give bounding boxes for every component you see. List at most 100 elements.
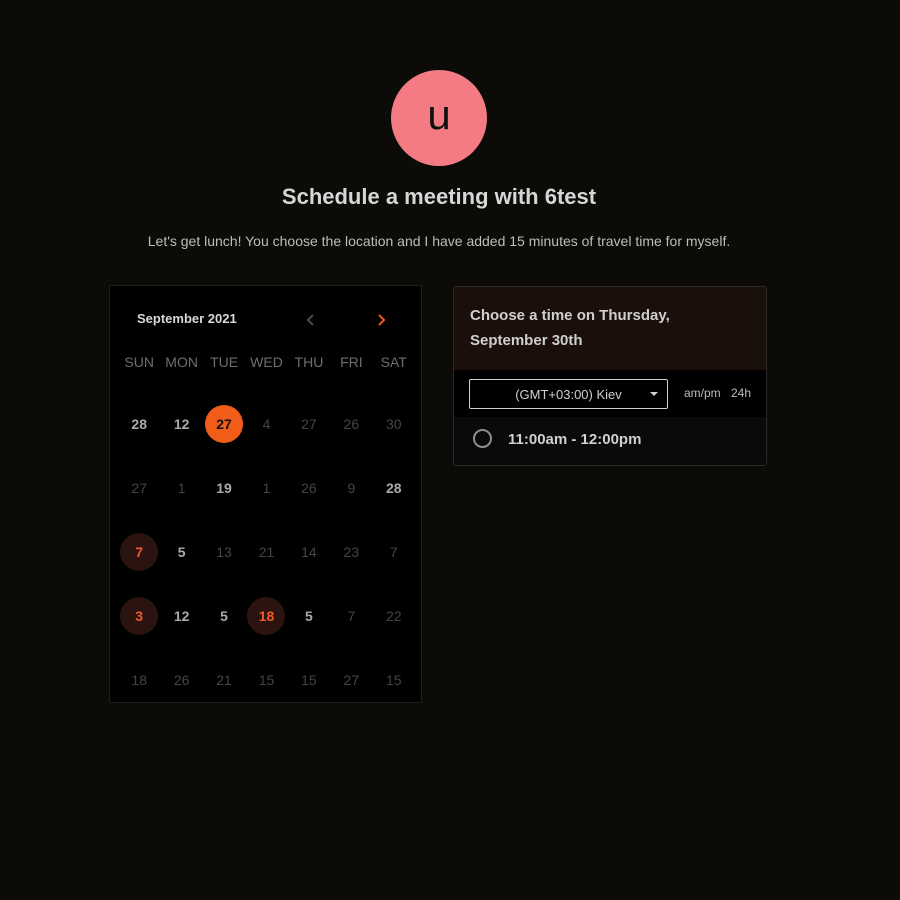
weekday-header: SUN MON TUE WED THU FRI SAT — [118, 354, 415, 370]
calendar-day-number: 18 — [247, 597, 286, 635]
calendar-month-label: September 2021 — [137, 311, 237, 326]
calendar-day: 27 — [288, 392, 330, 456]
avatar: u — [391, 70, 487, 166]
calendar-day: 18 — [118, 648, 160, 712]
calendar-day: 7 — [330, 584, 372, 648]
radio-icon[interactable] — [473, 429, 492, 448]
calendar-day[interactable]: 3 — [118, 584, 160, 648]
time-slot-label: 11:00am - 12:00pm — [508, 431, 642, 448]
calendar-day: 21 — [203, 648, 245, 712]
calendar-day-number: 7 — [389, 544, 398, 560]
weekday-label: THU — [294, 354, 324, 370]
calendar-day: 13 — [203, 520, 245, 584]
format-24h-toggle[interactable]: 24h — [731, 386, 751, 400]
calendar-day-number: 26 — [343, 416, 360, 432]
calendar-day: 15 — [373, 648, 415, 712]
calendar-day[interactable]: 5 — [288, 584, 330, 648]
time-panel-header: Choose a time on Thursday, September 30t… — [454, 287, 766, 370]
calendar-day-number: 5 — [305, 608, 313, 624]
calendar-day: 22 — [373, 584, 415, 648]
calendar-day: 23 — [330, 520, 372, 584]
calendar-day[interactable]: 18 — [245, 584, 287, 648]
caret-down-icon — [650, 392, 658, 396]
weekday-label: FRI — [340, 354, 363, 370]
timezone-value: (GMT+03:00) Kiev — [515, 386, 622, 402]
calendar-day-number: 3 — [120, 597, 159, 635]
calendar-day: 21 — [245, 520, 287, 584]
calendar-day-number: 18 — [131, 672, 147, 688]
calendar-day: 26 — [330, 392, 372, 456]
calendar-day-number: 12 — [173, 416, 190, 432]
chevron-left-icon — [306, 314, 314, 326]
calendar-day-number: 15 — [385, 672, 402, 688]
calendar-day: 7 — [373, 520, 415, 584]
calendar-day: 4 — [245, 392, 287, 456]
time-slot[interactable]: 11:00am - 12:00pm — [454, 417, 766, 465]
weekday-label: TUE — [210, 354, 239, 370]
next-month-button[interactable] — [371, 310, 391, 330]
calendar-day-number: 27 — [343, 672, 360, 688]
calendar-day: 15 — [245, 648, 287, 712]
time-panel-heading: Choose a time on Thursday, September 30t… — [470, 307, 670, 349]
calendar-day: 9 — [330, 456, 372, 520]
calendar-day[interactable]: 12 — [160, 584, 202, 648]
weekday-label: SAT — [380, 354, 407, 370]
calendar-day-number: 9 — [347, 480, 356, 496]
calendar-day: 26 — [288, 456, 330, 520]
calendar-day-number: 5 — [220, 608, 228, 624]
calendar-day-number: 1 — [177, 480, 186, 496]
page-title: Schedule a meeting with 6test — [281, 184, 597, 209]
calendar-day-number: 14 — [301, 544, 317, 560]
calendar-days-grid: 28 12 27 4 27 26 30 27 1 19 1 26 9 28 7 5 13 21 14 23 7 3 12 5 1… — [118, 392, 415, 712]
calendar-day: 14 — [288, 520, 330, 584]
weekday-label: WED — [250, 354, 283, 370]
calendar-day-number: 22 — [385, 608, 402, 624]
calendar-day-number: 23 — [343, 544, 360, 560]
calendar-day[interactable]: 5 — [160, 520, 202, 584]
format-ampm-toggle[interactable]: am/pm — [684, 386, 721, 400]
calendar-day-number: 15 — [301, 672, 317, 688]
calendar-day: 1 — [245, 456, 287, 520]
weekday-label: SUN — [124, 354, 154, 370]
calendar-day[interactable]: 12 — [160, 392, 202, 456]
calendar-day[interactable]: 28 — [373, 456, 415, 520]
calendar-day[interactable]: 5 — [203, 584, 245, 648]
timezone-select[interactable]: (GMT+03:00) Kiev — [469, 379, 668, 409]
calendar-day-number: 27 — [131, 480, 147, 496]
calendar-day-number: 19 — [216, 480, 232, 496]
calendar-day-number: 13 — [216, 544, 232, 560]
calendar-day-number: 7 — [347, 608, 356, 624]
calendar-day-number: 26 — [301, 480, 317, 496]
calendar-day: 26 — [160, 648, 202, 712]
calendar-day-number: 26 — [173, 672, 190, 688]
calendar-day-number: 1 — [262, 480, 271, 496]
chevron-right-icon — [378, 314, 386, 326]
calendar-day-number: 30 — [385, 416, 402, 432]
calendar-day-number: 4 — [262, 416, 271, 432]
page-subtitle: Let's get lunch! You choose the location… — [147, 233, 731, 249]
calendar-day: 27 — [330, 648, 372, 712]
calendar-day-number: 7 — [120, 533, 159, 571]
calendar-day-number: 27 — [301, 416, 317, 432]
calendar-day-number: 12 — [173, 608, 190, 624]
calendar-day[interactable]: 28 — [118, 392, 160, 456]
calendar-day-number: 21 — [258, 544, 275, 560]
calendar-day-number: 28 — [131, 416, 147, 432]
weekday-label: MON — [165, 354, 198, 370]
calendar-day[interactable]: 7 — [118, 520, 160, 584]
calendar-day-number: 28 — [385, 480, 402, 496]
calendar-day: 1 — [160, 456, 202, 520]
calendar-day-number: 27 — [205, 405, 244, 443]
calendar: September 2021 SUN MON TUE WED THU FRI SAT 28 1… — [109, 285, 422, 703]
calendar-day: 15 — [288, 648, 330, 712]
calendar-day-number: 21 — [216, 672, 232, 688]
calendar-day-number: 15 — [258, 672, 275, 688]
prev-month-button[interactable] — [301, 310, 321, 330]
calendar-day: 30 — [373, 392, 415, 456]
calendar-day[interactable]: 19 — [203, 456, 245, 520]
calendar-day-number: 5 — [177, 544, 186, 560]
calendar-day[interactable]: 27 — [203, 392, 245, 456]
calendar-day: 27 — [118, 456, 160, 520]
time-picker-panel: Choose a time on Thursday, September 30t… — [453, 286, 767, 466]
avatar-initial: u — [427, 91, 451, 138]
